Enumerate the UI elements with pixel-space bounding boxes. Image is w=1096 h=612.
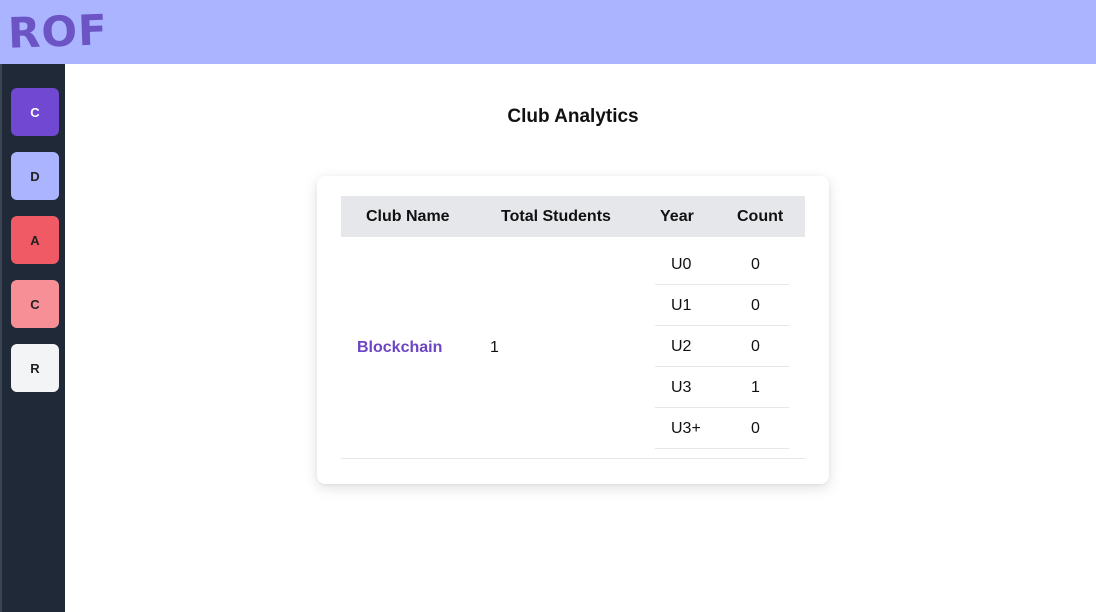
header-year: Year [660,208,694,225]
analytics-card: Club Name Total Students Year Count Bloc… [317,176,829,484]
sidebar: C D A C R [0,64,65,612]
header-count: Count [737,208,784,225]
count-value: 1 [751,379,760,396]
count-value: 0 [751,338,760,355]
year-count-row: U2 0 [655,326,789,367]
total-students-value: 1 [490,339,499,356]
table-bottom-divider [341,458,805,459]
app-logo[interactable]: ROF [7,2,109,61]
year-value: U0 [671,256,692,273]
table-header: Club Name Total Students Year Count [341,196,805,237]
header-club-name: Club Name [366,208,450,225]
sidebar-item-a[interactable]: A [11,216,59,264]
count-value: 0 [751,297,760,314]
year-count-row: U1 0 [655,285,789,326]
sidebar-item-r[interactable]: R [11,344,59,392]
year-count-row: U3+ 0 [655,408,789,449]
year-value: U3+ [671,420,701,437]
top-bar: ROF [0,0,1096,64]
club-name-link[interactable]: Blockchain [357,339,442,357]
main-content: Club Analytics Club Name Total Students … [65,64,1096,612]
year-count-row: U0 0 [655,244,789,285]
year-value: U1 [671,297,692,314]
year-value: U3 [671,379,692,396]
sidebar-item-c-2[interactable]: C [11,280,59,328]
page-title: Club Analytics [507,106,639,127]
sidebar-item-d[interactable]: D [11,152,59,200]
header-total-students: Total Students [501,208,611,225]
year-count-row: U3 1 [655,367,789,408]
count-value: 0 [751,420,760,437]
count-value: 0 [751,256,760,273]
sidebar-item-c[interactable]: C [11,88,59,136]
year-value: U2 [671,338,692,355]
